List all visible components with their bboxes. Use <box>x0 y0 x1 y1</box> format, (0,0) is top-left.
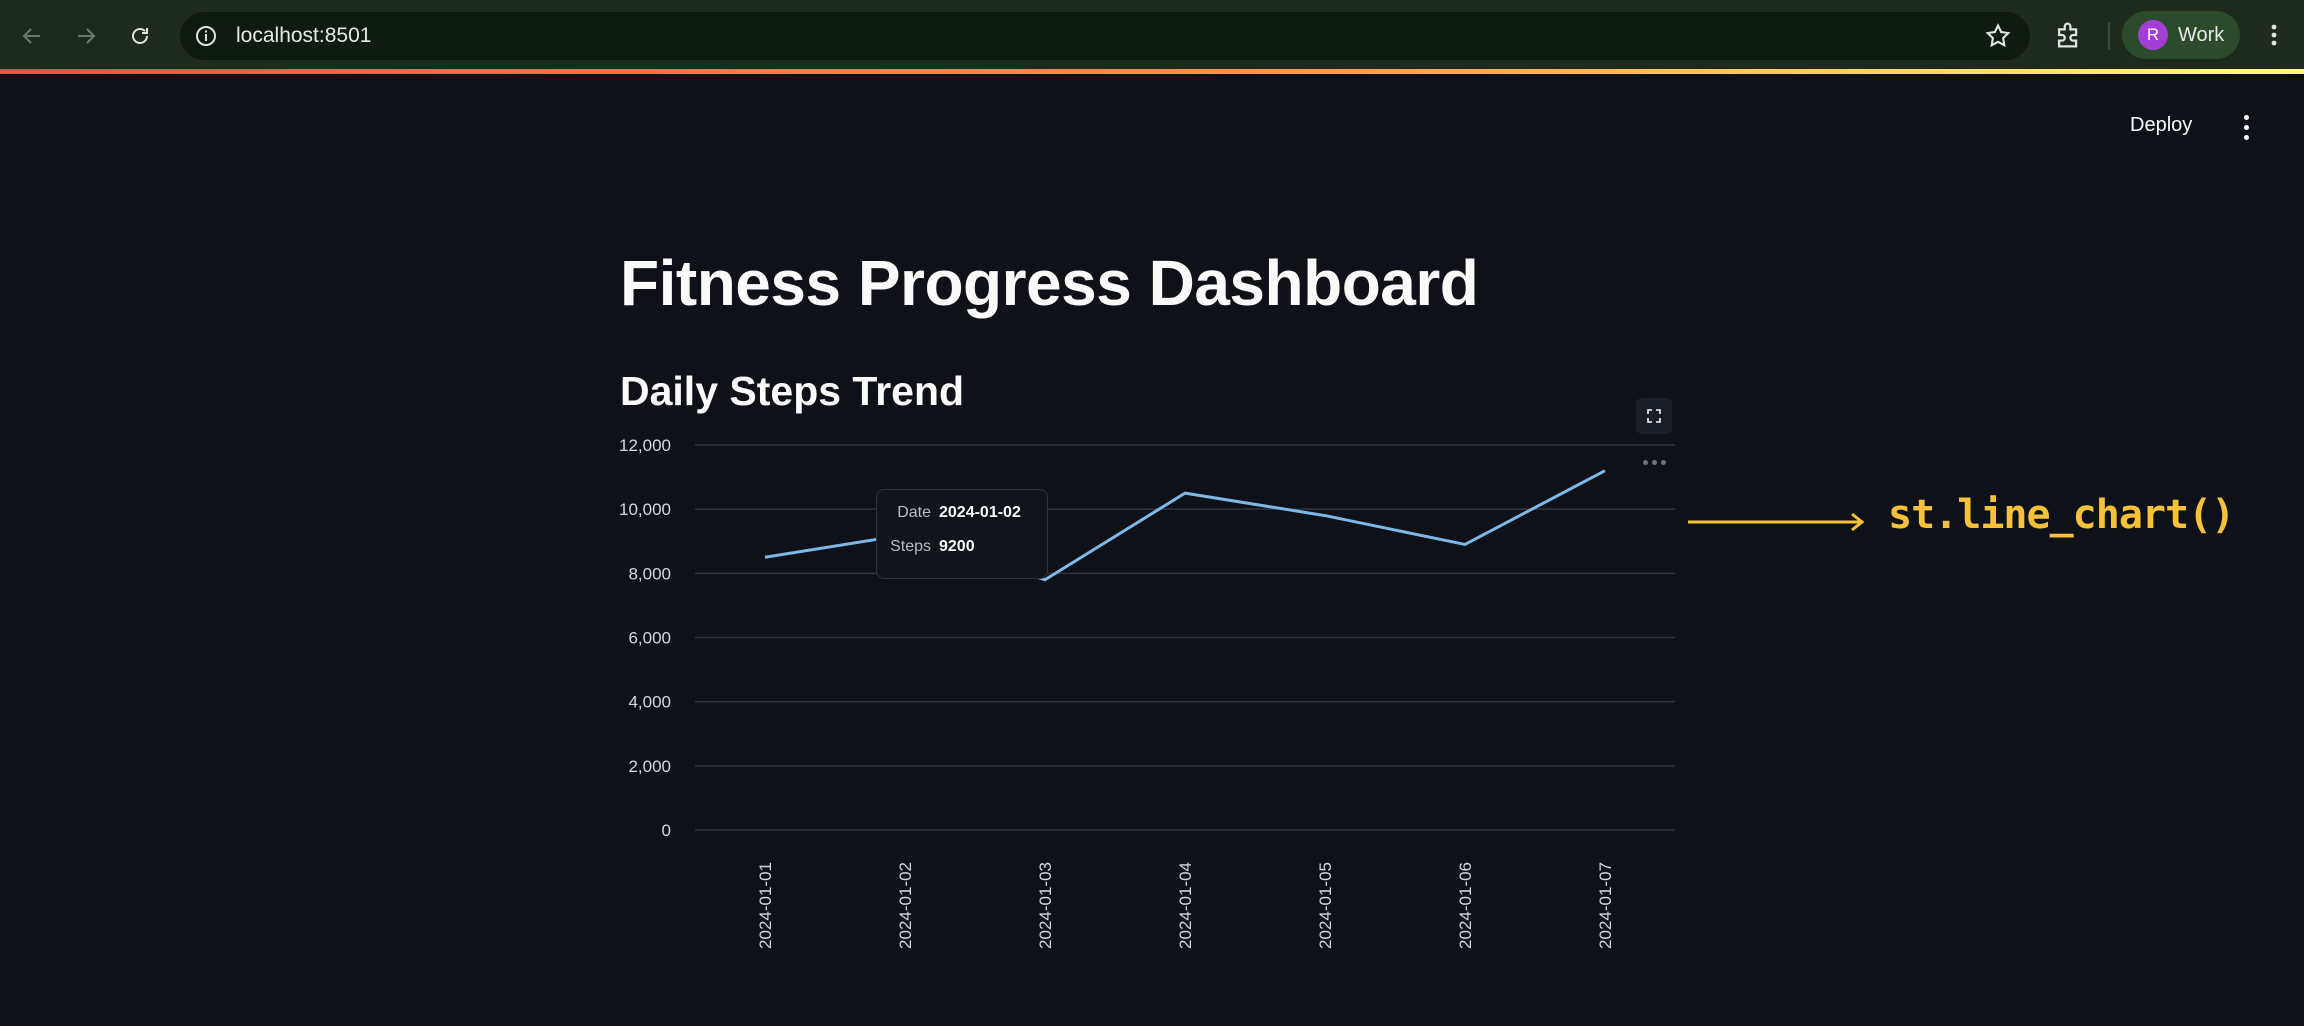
y-tick-label: 4,000 <box>628 693 671 712</box>
extensions-icon[interactable] <box>2052 18 2086 52</box>
x-tick-label: 2024-01-06 <box>1456 862 1475 949</box>
tooltip-steps-value: 9200 <box>939 538 975 555</box>
site-info-icon[interactable] <box>192 22 220 50</box>
x-tick-label: 2024-01-05 <box>1316 862 1335 949</box>
y-tick-label: 10,000 <box>619 500 671 519</box>
back-icon[interactable] <box>14 18 50 54</box>
page-title: Fitness Progress Dashboard <box>620 247 1479 319</box>
tooltip-steps-key: Steps <box>890 538 931 555</box>
url-text: localhost:8501 <box>236 24 372 47</box>
toolbar-divider <box>2108 22 2110 50</box>
bookmark-star-icon[interactable] <box>1984 22 2012 50</box>
x-tick-label: 2024-01-02 <box>896 862 915 949</box>
reload-icon[interactable] <box>122 18 158 54</box>
tooltip-date-key: Date <box>897 504 931 521</box>
forward-icon[interactable] <box>68 18 104 54</box>
x-tick-label: 2024-01-03 <box>1036 862 1055 949</box>
chart-tooltip: Date 2024-01-02 Steps 9200 <box>876 489 1048 579</box>
y-tick-label: 6,000 <box>628 629 671 648</box>
annotation-label: st.line_chart() <box>1888 492 2235 538</box>
y-tick-label: 8,000 <box>628 564 671 583</box>
main-menu-icon[interactable] <box>2232 110 2260 144</box>
x-tick-label: 2024-01-01 <box>756 862 775 949</box>
x-tick-label: 2024-01-04 <box>1176 862 1195 949</box>
deploy-button[interactable]: Deploy <box>2120 110 2202 142</box>
y-tick-label: 12,000 <box>619 436 671 455</box>
annotation-arrow-icon <box>1688 512 1865 532</box>
browser-toolbar: localhost:8501 R Work <box>0 0 2304 70</box>
browser-menu-icon[interactable] <box>2262 18 2286 52</box>
y-tick-label: 0 <box>662 821 671 840</box>
profile-name: Work <box>2178 23 2225 46</box>
steps-line-chart[interactable]: 0 2,000 4,000 6,000 8,000 10,000 12,000 2024-01… <box>600 430 1690 950</box>
tooltip-date-value: 2024-01-02 <box>939 504 1021 521</box>
app-decoration-bar <box>0 69 2304 74</box>
profile-button[interactable]: R Work <box>2122 11 2240 59</box>
y-tick-label: 2,000 <box>628 757 671 776</box>
address-bar[interactable]: localhost:8501 <box>180 12 2030 60</box>
x-tick-label: 2024-01-07 <box>1596 862 1615 949</box>
chart-subheader: Daily Steps Trend <box>620 368 965 414</box>
avatar: R <box>2138 20 2168 50</box>
fullscreen-icon[interactable] <box>1636 398 1672 434</box>
